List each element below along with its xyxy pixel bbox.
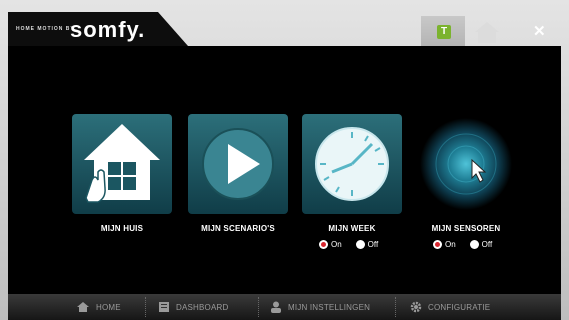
tile-label-mijn-huis: MIJN HUIS (100, 224, 144, 233)
brand-area: HOME MOTION BY somfy. (8, 12, 188, 46)
week-radio-group: On Off (319, 240, 378, 249)
tile-label-mijn-week: MIJN WEEK (328, 224, 376, 233)
home-icon (77, 302, 89, 312)
play-icon (202, 128, 274, 200)
somfy-logo: somfy. (70, 17, 146, 42)
nav-mijn-instellingen[interactable]: MIJN INSTELLINGEN (270, 294, 370, 320)
tile-label-mijn-scenarios: MIJN SCENARIO'S (201, 224, 275, 233)
dashboard-icon (159, 302, 169, 312)
app-window: HOME MOTION BY somfy. T ✕ MIJN HUIS MIJN… (0, 0, 569, 320)
main-panel: MIJN HUIS MIJN SCENARIO'S MIJN WEEK On O… (8, 46, 561, 294)
brand-tagline: HOME MOTION BY (16, 26, 75, 32)
tile-label-mijn-sensoren: MIJN SENSOREN (431, 224, 501, 233)
nav-home[interactable]: HOME (76, 294, 121, 320)
sensor-icon (420, 118, 512, 210)
tile-mijn-sensoren[interactable] (416, 114, 516, 214)
sensoren-radio-on[interactable] (433, 240, 442, 249)
sensoren-radio-off-label: Off (481, 240, 493, 249)
top-bar: HOME MOTION BY somfy. T ✕ (8, 12, 561, 46)
sensoren-radio-on-label: On (445, 240, 456, 249)
house-hand-icon (84, 124, 160, 203)
sensoren-radio-off[interactable] (469, 240, 479, 249)
week-radio-off[interactable] (355, 240, 365, 249)
gear-icon (410, 301, 422, 313)
tab-t[interactable]: T (421, 16, 465, 46)
nav-configuratie[interactable]: CONFIGURATIE (410, 294, 490, 320)
tile-mijn-scenarios[interactable] (188, 114, 288, 214)
sensoren-radio-group: On Off (433, 240, 492, 249)
nav-divider (145, 297, 147, 317)
nav-home-label: HOME (96, 302, 121, 312)
week-radio-off-label: Off (367, 240, 379, 249)
nav-dashboard[interactable]: DASHBOARD (158, 294, 228, 320)
home-tab-icon (475, 22, 499, 43)
nav-divider (395, 297, 397, 317)
tile-mijn-week[interactable] (302, 114, 402, 214)
bottom-nav: HOME DASHBOARD MIJN INSTELLINGEN CONFIGU… (8, 294, 561, 320)
close-button[interactable]: ✕ (517, 16, 561, 46)
nav-mijn-instellingen-label: MIJN INSTELLINGEN (288, 302, 371, 312)
nav-divider (258, 297, 260, 317)
week-radio-on[interactable] (319, 240, 328, 249)
header-tabs: T ✕ (421, 16, 561, 46)
week-radio-on-label: On (331, 240, 342, 249)
nav-dashboard-label: DASHBOARD (176, 302, 229, 312)
nav-configuratie-label: CONFIGURATIE (428, 302, 491, 312)
tile-mijn-huis[interactable] (72, 114, 172, 214)
user-icon (271, 301, 281, 313)
close-icon: ✕ (533, 23, 546, 40)
tab-home[interactable] (465, 16, 509, 46)
t-badge-icon: T (437, 25, 451, 39)
clock-icon (315, 127, 389, 201)
